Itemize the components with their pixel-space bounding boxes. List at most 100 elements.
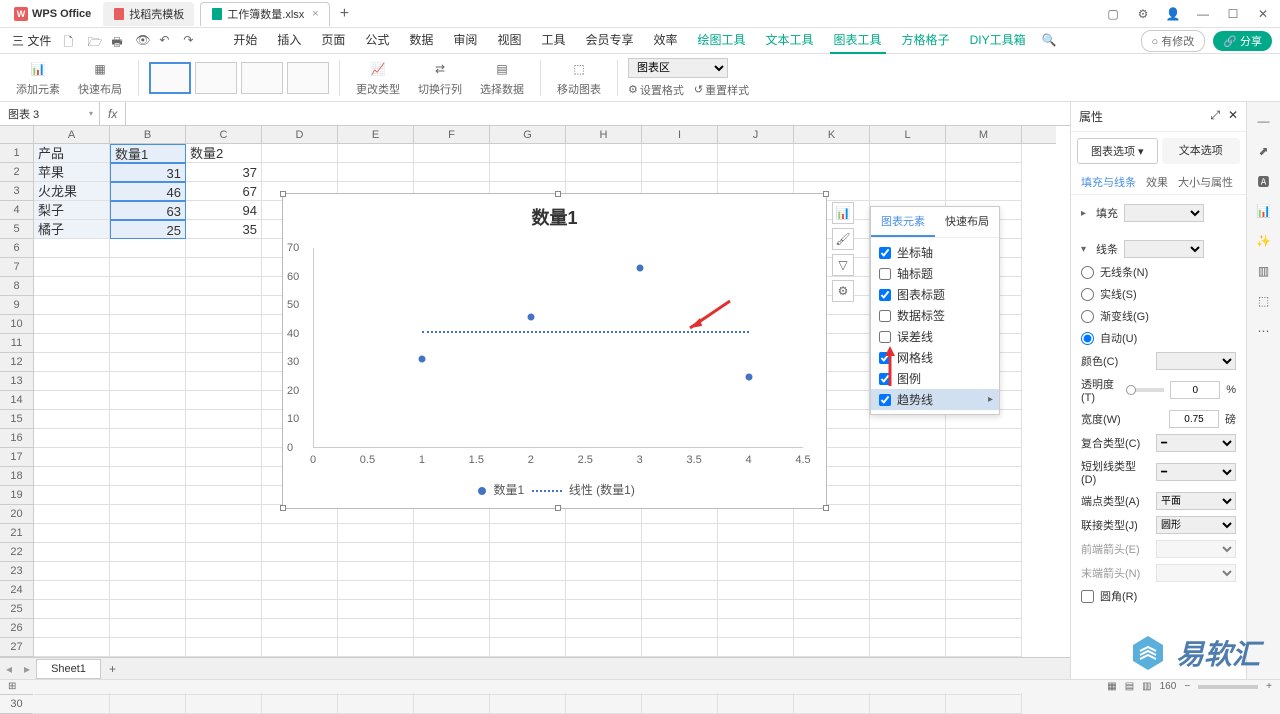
open-icon[interactable]: 🗁 [87,33,103,49]
popup-checkbox[interactable] [879,352,891,364]
popup-item-7[interactable]: 趋势线▸ [871,389,999,410]
cell[interactable] [794,543,870,562]
cell[interactable] [870,695,946,714]
cell[interactable] [490,524,566,543]
round-checkbox[interactable] [1081,590,1094,603]
cell[interactable] [262,581,338,600]
cell[interactable]: 35 [186,220,262,239]
menu-tab-10[interactable]: 绘图工具 [694,27,750,54]
cell[interactable] [186,334,262,353]
col-header[interactable]: D [262,126,338,143]
line-radio-0[interactable] [1081,266,1094,279]
subtab-effects[interactable]: 效果 [1146,174,1168,190]
cell[interactable] [794,581,870,600]
join-select[interactable]: 圆形 [1156,516,1236,534]
row-header[interactable]: 10 [0,315,33,334]
cell[interactable] [186,448,262,467]
cell[interactable] [186,695,262,714]
popup-item-0[interactable]: 坐标轴 [871,242,999,263]
menu-tab-5[interactable]: 审阅 [449,27,481,54]
cell[interactable] [642,144,718,163]
chart[interactable]: 数量1 01020304050607000.511.522.533.544.5 … [282,193,827,509]
cell[interactable] [34,296,110,315]
cell[interactable] [490,144,566,163]
format-selection-button[interactable]: ⚙ 设置格式 [628,82,684,98]
popup-item-6[interactable]: 图例 [871,368,999,389]
cell[interactable] [946,182,1022,201]
view-page-icon[interactable]: ▤ [1125,681,1134,692]
cell[interactable] [642,581,718,600]
reset-style-button[interactable]: ↺ 重置样式 [694,82,749,98]
cell[interactable] [414,562,490,581]
row-header[interactable]: 3 [0,182,33,201]
cell[interactable] [186,239,262,258]
layout-thumb-1[interactable] [149,62,191,94]
new-icon[interactable]: 🗋 [63,33,79,49]
cell[interactable] [110,467,186,486]
row-header[interactable]: 7 [0,258,33,277]
minimize-icon[interactable]: — [1194,5,1212,23]
cell[interactable] [946,524,1022,543]
cell[interactable] [34,638,110,657]
menu-tab-8[interactable]: 会员专享 [581,27,637,54]
cell[interactable] [110,486,186,505]
cell[interactable] [490,562,566,581]
select-data-button[interactable]: ▤ 选择数据 [474,59,530,97]
row-header[interactable]: 2 [0,163,33,182]
window-box-icon[interactable]: ▢ [1104,5,1122,23]
style-icon[interactable]: 🅰 [1255,172,1273,190]
cell[interactable] [262,619,338,638]
color-select[interactable] [1156,352,1236,370]
col-header[interactable]: K [794,126,870,143]
menu-tab-2[interactable]: 页面 [317,27,349,54]
cell[interactable] [870,486,946,505]
change-type-button[interactable]: 📈 更改类型 [350,59,406,97]
dash-select[interactable]: ━ [1156,463,1236,481]
cell[interactable] [414,524,490,543]
cell[interactable] [718,638,794,657]
cell[interactable] [794,638,870,657]
cell[interactable] [566,695,642,714]
cell[interactable]: 数量2 [186,144,262,163]
cell[interactable] [110,277,186,296]
cell[interactable] [34,334,110,353]
sheet-tab-1[interactable]: Sheet1 [36,659,101,679]
cell[interactable] [414,638,490,657]
switch-rowcol-button[interactable]: ⇄ 切换行列 [412,59,468,97]
popup-checkbox[interactable] [879,331,891,343]
chart-elements-icon[interactable]: 📊 [832,202,854,224]
more-icon[interactable]: ⋯ [1255,322,1273,340]
data-point[interactable] [527,313,534,320]
cell[interactable] [262,695,338,714]
chart-legend[interactable]: 数量1 线性 (数量1) [283,481,826,498]
menu-tab-11[interactable]: 文本工具 [762,27,818,54]
object-icon[interactable]: ⬚ [1255,292,1273,310]
cell[interactable] [34,695,110,714]
fx-button[interactable]: fx [100,102,126,125]
cell[interactable] [946,448,1022,467]
cell[interactable] [718,163,794,182]
cell[interactable] [490,695,566,714]
cell[interactable] [34,353,110,372]
cell[interactable] [110,429,186,448]
cell[interactable] [870,182,946,201]
view-normal-icon[interactable]: ▦ [1107,681,1116,692]
cell[interactable] [870,543,946,562]
subtab-fill-line[interactable]: 填充与线条 [1081,174,1136,190]
cell[interactable] [566,524,642,543]
cell[interactable] [566,163,642,182]
cell[interactable] [262,524,338,543]
cell[interactable] [110,619,186,638]
cell[interactable] [718,619,794,638]
cell[interactable] [414,581,490,600]
cell[interactable] [186,410,262,429]
cell[interactable] [642,163,718,182]
cell[interactable] [110,524,186,543]
cell[interactable] [566,638,642,657]
cell[interactable] [870,429,946,448]
cell[interactable] [186,429,262,448]
panel-expand-icon[interactable]: ⤢ [1210,108,1220,125]
cell[interactable] [34,562,110,581]
cell[interactable] [566,543,642,562]
zoom-level[interactable]: 160 [1160,681,1177,692]
